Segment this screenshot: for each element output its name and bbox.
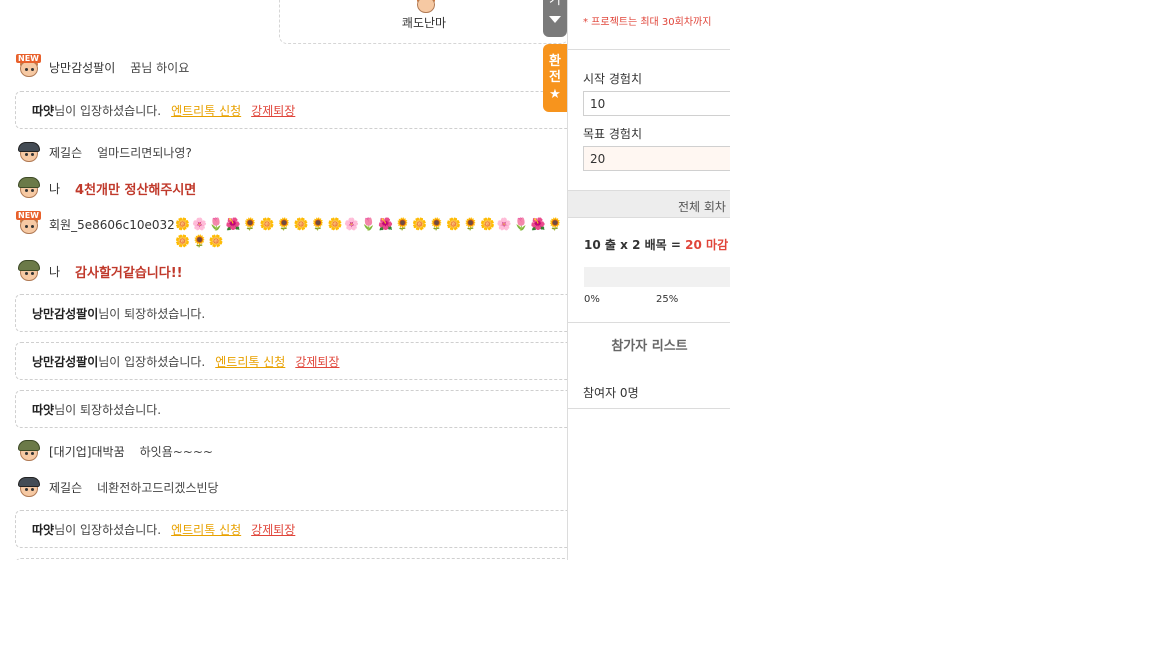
- chat-text: 하잇욤~~~~: [139, 444, 213, 459]
- app-root: [..] .. 쾌도난마 NEW 낭만감성팔이 꿈님 하이요 따얏 님이 입장하…: [0, 0, 1152, 648]
- soldier-avatar[interactable]: [16, 438, 42, 464]
- star-icon: ★: [549, 87, 561, 102]
- formula-result: 20: [685, 238, 702, 252]
- collapse-tab-label: 기: [549, 0, 561, 8]
- chat-username: 나: [49, 181, 61, 196]
- notice-username[interactable]: 따얏: [32, 401, 54, 418]
- chat-message: NEW 낭만감성팔이 꿈님 하이요: [16, 54, 190, 80]
- exchange-tab-label-2: 전: [549, 70, 561, 85]
- progress-tick-25: 25%: [656, 294, 679, 305]
- total-rounds-bar: 전체 회차: [568, 190, 730, 218]
- chat-message: 제길슨 네환전하고드리겠스빈당: [16, 475, 219, 499]
- kick-link[interactable]: 강제퇴장: [251, 102, 295, 119]
- participants-title: 참가자 리스트: [611, 339, 688, 354]
- formula-rounds: 10: [584, 238, 601, 252]
- notice-username[interactable]: 따얏: [32, 102, 54, 119]
- chat-log[interactable]: [..] .. 쾌도난마 NEW 낭만감성팔이 꿈님 하이요 따얏 님이 입장하…: [0, 0, 567, 560]
- notice-text: 님이 퇴장하셨습니다.: [98, 306, 206, 321]
- collapse-tab[interactable]: 기: [543, 0, 567, 37]
- system-notice: 따얏 님이 퇴장하셨습니다.: [15, 390, 567, 428]
- round-formula: 10 출 x 2 배목 = 20 마감 !: [584, 236, 730, 253]
- notice-text: 님이 입장하셨습니다.: [54, 103, 162, 118]
- cap-avatar[interactable]: [16, 474, 42, 500]
- kick-link[interactable]: 강제퇴장: [251, 521, 295, 538]
- formula-multiplier-unit: 배목: [644, 238, 667, 252]
- notice-username[interactable]: 낭만감성팔이: [32, 353, 98, 370]
- system-notice: 낭만감성팔이 님이 입장하셨습니다. 엔트리톡 신청 강제퇴장: [15, 342, 567, 380]
- divider: [568, 408, 730, 409]
- entry-talk-link[interactable]: 엔트리톡 신청: [215, 353, 285, 370]
- soldier-avatar[interactable]: [16, 258, 42, 284]
- cap-avatar[interactable]: [16, 139, 42, 165]
- chat-username[interactable]: 제길슨: [49, 144, 82, 161]
- new-badge-avatar[interactable]: NEW: [16, 211, 42, 237]
- new-badge-icon: NEW: [16, 54, 41, 63]
- system-notice-partial: [15, 558, 567, 560]
- target-exp-label: 목표 경험치: [583, 127, 643, 141]
- new-badge-icon: NEW: [16, 211, 41, 220]
- chat-username[interactable]: 낭만감성팔이: [49, 59, 115, 76]
- chat-username[interactable]: 회원_5e8606c10e032: [49, 216, 175, 233]
- notice-username[interactable]: 따얏: [32, 521, 54, 538]
- exchange-tab-label-1: 환: [549, 54, 561, 69]
- formula-times: x: [620, 238, 628, 252]
- start-exp-label: 시작 경험치: [583, 72, 643, 86]
- entry-talk-link[interactable]: 엔트리톡 신청: [171, 521, 241, 538]
- formula-equals: =: [670, 238, 681, 252]
- chat-username[interactable]: 제길슨: [49, 479, 82, 496]
- start-exp-input[interactable]: [583, 91, 730, 116]
- flower-emoji-text: 🌼🌸🌷🌺🌻🌼🌻🌼🌻🌼🌸🌷🌺🌻🌼🌻🌼🌻🌼🌸🌷🌺🌻🌼🌻🌼: [175, 217, 565, 248]
- new-badge-avatar[interactable]: NEW: [16, 54, 42, 80]
- progress-tick-0: 0%: [584, 294, 600, 305]
- exchange-tab[interactable]: 환 전 ★: [543, 44, 567, 112]
- formula-result-unit: 마감 !: [706, 238, 730, 252]
- chevron-down-icon: [549, 16, 561, 23]
- chat-message: [대기업]대박꿈 하잇욤~~~~: [16, 439, 213, 463]
- total-rounds-label: 전체 회차: [678, 200, 726, 214]
- entry-talk-link[interactable]: 엔트리톡 신청: [171, 102, 241, 119]
- chat-text: 꿈님 하이요: [130, 60, 190, 75]
- chat-username: 나: [49, 264, 61, 279]
- chat-username[interactable]: [대기업]대박꿈: [49, 443, 125, 460]
- soldier-avatar[interactable]: [16, 175, 42, 201]
- system-notice: 따얏 님이 입장하셨습니다. 엔트리톡 신청 강제퇴장: [15, 91, 567, 129]
- divider: [568, 49, 730, 50]
- chat-message-mine: 나 4천개만 정산해주시면: [16, 176, 196, 200]
- chat-message-mine: 나 감사할거같습니다!!: [16, 259, 183, 283]
- divider: [568, 322, 730, 323]
- formula-rounds-unit: 출: [604, 238, 616, 252]
- chat-text: 4천개만 정산해주시면: [75, 182, 197, 198]
- card-username: 쾌도난마: [401, 16, 447, 30]
- notice-text: 님이 입장하셨습니다.: [98, 354, 206, 369]
- system-notice: 낭만감성팔이 님이 퇴장하셨습니다.: [15, 294, 567, 332]
- chat-message: NEW 회원_5e8606c10e032: [16, 211, 175, 237]
- profile-card: [..] .. 쾌도난마: [279, 0, 567, 44]
- progress-bar: [584, 267, 730, 287]
- system-notice: 따얏 님이 입장하셨습니다. 엔트리톡 신청 강제퇴장: [15, 510, 567, 548]
- project-panel: * 프로젝트는 최대 30회차까지 시작 경험치 목표 경험치 전체 회차 10…: [567, 0, 730, 560]
- participants-count: 참여자 0명: [583, 386, 639, 400]
- notice-text: 님이 입장하셨습니다.: [54, 522, 162, 537]
- chat-text: 얼마드리면되나영?: [97, 145, 192, 160]
- chat-message: 제길슨 얼마드리면되나영?: [16, 140, 192, 164]
- project-notice: * 프로젝트는 최대 30회차까지: [583, 17, 712, 28]
- target-exp-input[interactable]: [583, 146, 730, 171]
- formula-multiplier: 2: [632, 238, 641, 252]
- notice-username[interactable]: 낭만감성팔이: [32, 305, 98, 322]
- notice-text: 님이 퇴장하셨습니다.: [54, 402, 162, 417]
- chat-text: 감사할거같습니다!!: [75, 265, 183, 281]
- kick-link[interactable]: 강제퇴장: [295, 353, 339, 370]
- chat-text: 네환전하고드리겠스빈당: [97, 480, 219, 495]
